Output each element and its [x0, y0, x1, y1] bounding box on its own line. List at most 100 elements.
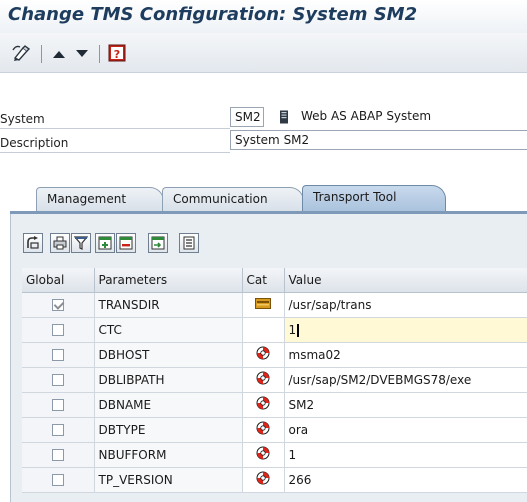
parameter-cell: DBTYPE: [94, 417, 243, 443]
value-text: 1: [288, 447, 297, 462]
system-field[interactable]: SM2: [230, 107, 264, 127]
system-label: System: [0, 112, 45, 126]
folder-icon: [255, 297, 271, 312]
parameter-cell: CTC: [94, 317, 243, 343]
global-checkbox[interactable]: [51, 349, 64, 361]
svg-text:?: ?: [114, 48, 120, 61]
detail-icon[interactable]: [23, 233, 43, 253]
description-label: Description: [0, 136, 69, 150]
tab-transport-tool[interactable]: Transport Tool: [302, 185, 446, 212]
insert-row-icon[interactable]: [95, 233, 115, 253]
global-checkbox[interactable]: [51, 449, 64, 461]
column-header-cat[interactable]: Cat: [242, 268, 285, 293]
table-header-row: Global Parameters Cat Value: [22, 268, 527, 293]
value-text: msma02: [288, 347, 341, 362]
value-text: ora: [288, 422, 309, 437]
global-checkbox[interactable]: [51, 374, 64, 386]
category-cell: [242, 317, 285, 343]
arrow-down-icon[interactable]: [72, 44, 92, 64]
global-checkbox[interactable]: [51, 299, 64, 311]
field-underline: [0, 128, 230, 129]
value-text: /usr/sap/trans: [288, 297, 372, 312]
global-checkbox[interactable]: [51, 424, 64, 436]
column-header-global[interactable]: Global: [22, 268, 95, 293]
toolbar-separator: [41, 45, 42, 63]
help-icon[interactable]: ?: [107, 43, 127, 63]
lifebuoy-icon: [256, 346, 270, 363]
value-cell[interactable]: SM2: [284, 392, 527, 418]
tab-management[interactable]: Management: [36, 187, 164, 211]
global-cell: [22, 342, 95, 368]
display-change-icon[interactable]: [10, 42, 34, 64]
parameter-cell: DBHOST: [94, 342, 243, 368]
server-icon: [276, 108, 292, 126]
table-row[interactable]: CTC 1: [22, 317, 527, 343]
append-row-icon[interactable]: [148, 233, 168, 253]
application-toolbar: ?: [0, 33, 527, 73]
tab-label: Communication: [173, 192, 268, 206]
global-checkbox[interactable]: [51, 399, 64, 411]
arrow-up-icon[interactable]: [49, 44, 69, 64]
parameters-table: Global Parameters Cat Value TRANSDIR/usr…: [22, 268, 527, 502]
window-title: Change TMS Configuration: System SM2: [8, 4, 418, 25]
parameter-cell: TRANSDIR: [94, 292, 243, 318]
lifebuoy-icon: [256, 471, 270, 488]
category-cell: [242, 417, 285, 443]
tab-communication[interactable]: Communication: [162, 187, 304, 211]
value-cell[interactable]: msma02: [284, 342, 527, 368]
field-underline: [0, 152, 230, 153]
print-icon[interactable]: [50, 233, 70, 253]
tab-label: Management: [47, 192, 127, 206]
text-cursor: [297, 323, 300, 337]
settings-icon[interactable]: [179, 233, 199, 253]
description-field[interactable]: System SM2: [230, 130, 527, 150]
parameter-cell: DBLIBPATH: [94, 367, 243, 393]
value-cell[interactable]: /usr/sap/trans: [284, 292, 527, 318]
value-cell[interactable]: 266: [284, 467, 527, 493]
global-cell: [22, 392, 95, 418]
global-checkbox[interactable]: [51, 474, 64, 486]
category-cell: [242, 292, 285, 318]
global-cell: [22, 442, 95, 468]
global-cell: [22, 467, 95, 493]
parameter-cell: NBUFFORM: [94, 442, 243, 468]
category-cell: [242, 342, 285, 368]
lifebuoy-icon: [256, 396, 270, 413]
table-row[interactable]: DBLIBPATH/usr/sap/SM2/DVEBMGS78/exe: [22, 367, 527, 393]
value-cell[interactable]: 1: [284, 317, 527, 343]
table-row[interactable]: DBNAME SM2: [22, 392, 527, 418]
category-cell: [242, 367, 285, 393]
tab-label: Transport Tool: [313, 190, 397, 204]
value-text: 266: [288, 472, 312, 487]
table-row[interactable]: TRANSDIR/usr/sap/trans: [22, 292, 527, 318]
column-header-parameters[interactable]: Parameters: [94, 268, 243, 293]
category-cell: [242, 467, 285, 493]
table-row[interactable]: TP_VERSION 266: [22, 467, 527, 493]
value-cell[interactable]: 1: [284, 442, 527, 468]
table-row[interactable]: DBHOST msma02: [22, 342, 527, 368]
value-text: SM2: [288, 397, 315, 412]
lifebuoy-icon: [256, 446, 270, 463]
global-cell: [22, 292, 95, 318]
title-bar: Change TMS Configuration: System SM2: [0, 0, 527, 33]
table-row[interactable]: NBUFFORM 1: [22, 442, 527, 468]
system-type-text: Web AS ABAP System: [301, 109, 432, 123]
value-text: /usr/sap/SM2/DVEBMGS78/exe: [288, 372, 472, 387]
global-checkbox[interactable]: [51, 324, 64, 336]
lifebuoy-icon: [256, 371, 270, 388]
global-cell: [22, 367, 95, 393]
parameter-cell: TP_VERSION: [94, 467, 243, 493]
global-cell: [22, 417, 95, 443]
category-cell: [242, 392, 285, 418]
filter-icon[interactable]: [71, 233, 91, 253]
category-cell: [242, 442, 285, 468]
lifebuoy-icon: [256, 421, 270, 438]
column-header-value[interactable]: Value: [284, 268, 527, 293]
value-text: 1: [288, 322, 297, 337]
value-cell[interactable]: /usr/sap/SM2/DVEBMGS78/exe: [284, 367, 527, 393]
toolbar-separator: [99, 45, 100, 63]
table-row[interactable]: DBTYPE ora: [22, 417, 527, 443]
value-cell[interactable]: ora: [284, 417, 527, 443]
parameter-cell: DBNAME: [94, 392, 243, 418]
delete-row-icon[interactable]: [116, 233, 136, 253]
